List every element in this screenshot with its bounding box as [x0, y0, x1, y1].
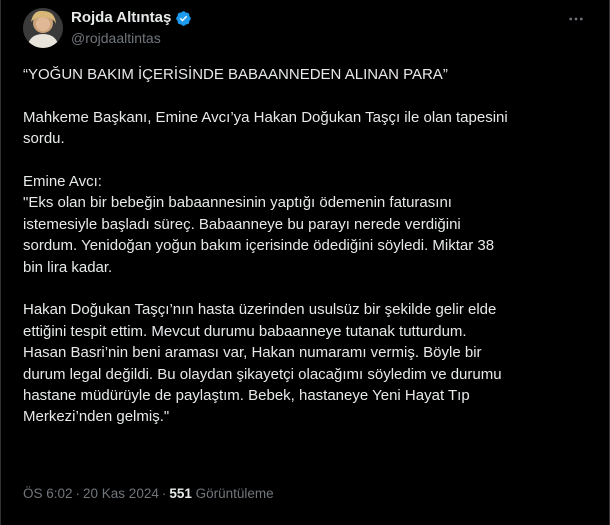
views-label: Görüntüleme [195, 486, 274, 501]
tweet-header: Rojda Altıntaş @rojdaaltintas [23, 6, 593, 50]
tweet-paragraph: Mahkeme Başkanı, Emine Avcı’ya Hakan Doğ… [23, 107, 593, 150]
verified-badge-icon [175, 10, 192, 27]
text-line: hastane müdürüyle de paylaştım. Bebek, h… [23, 387, 470, 405]
tweet-time[interactable]: ÖS 6:02 [23, 486, 73, 501]
tweet-meta: ÖS 6:02 · 20 Kas 2024 · 551 Görüntüleme [23, 485, 274, 503]
text-line: Emine Avcı: [23, 173, 102, 190]
more-options-icon [569, 17, 583, 21]
tweet-paragraph: Emine Avcı: "Eks olan bir bebeğin babaan… [23, 171, 593, 278]
meta-separator: · [161, 486, 167, 501]
text-line: bin lira kadar. [23, 258, 113, 276]
avatar-image [23, 8, 63, 48]
text-line: istemesiyle başladı süreç. Babaanneye bu… [23, 215, 461, 233]
text-line: Hasan Basri’nin beni araması var, Hakan … [23, 344, 482, 362]
text-line: “YOĞUN BAKIM İÇERİSİNDE BABAANNEDEN ALIN… [23, 66, 448, 83]
handle[interactable]: @rojdaaltintas [71, 29, 161, 47]
text-line: ettiğini tespit ettim. Mevcut durumu bab… [23, 322, 467, 340]
tweet-text: “YOĞUN BAKIM İÇERİSİNDE BABAANNEDEN ALIN… [23, 64, 593, 449]
tweet-paragraph: “YOĞUN BAKIM İÇERİSİNDE BABAANNEDEN ALIN… [23, 64, 593, 85]
text-line: Merkezi’nden gelmiş." [23, 408, 170, 426]
display-name[interactable]: Rojda Altıntaş [71, 9, 171, 27]
text-line: sordu. [23, 130, 65, 148]
text-line: sordum. Yenidoğan yoğun bakım içerisinde… [23, 237, 495, 255]
tweet-card: Rojda Altıntaş @rojdaaltintas “YOĞUN BAK… [0, 0, 610, 525]
name-row: Rojda Altıntaş [71, 9, 192, 27]
views-count[interactable]: 551 [169, 486, 192, 501]
text-line: durum legal değildi. Bu olaydan şikayetç… [23, 365, 502, 383]
tweet-paragraph: Hakan Doğukan Taşçı’nın hasta üzerinden … [23, 299, 593, 427]
text-line: Hakan Doğukan Taşçı’nın hasta üzerinden … [23, 301, 497, 319]
more-options-button[interactable] [563, 8, 589, 30]
tweet-date[interactable]: 20 Kas 2024 [83, 486, 159, 501]
meta-separator: · [75, 486, 81, 501]
text-line: "Eks olan bir bebeğin babaannesinin yapt… [23, 194, 452, 212]
text-line: Mahkeme Başkanı, Emine Avcı’ya Hakan Doğ… [23, 108, 508, 126]
avatar[interactable] [23, 8, 63, 48]
